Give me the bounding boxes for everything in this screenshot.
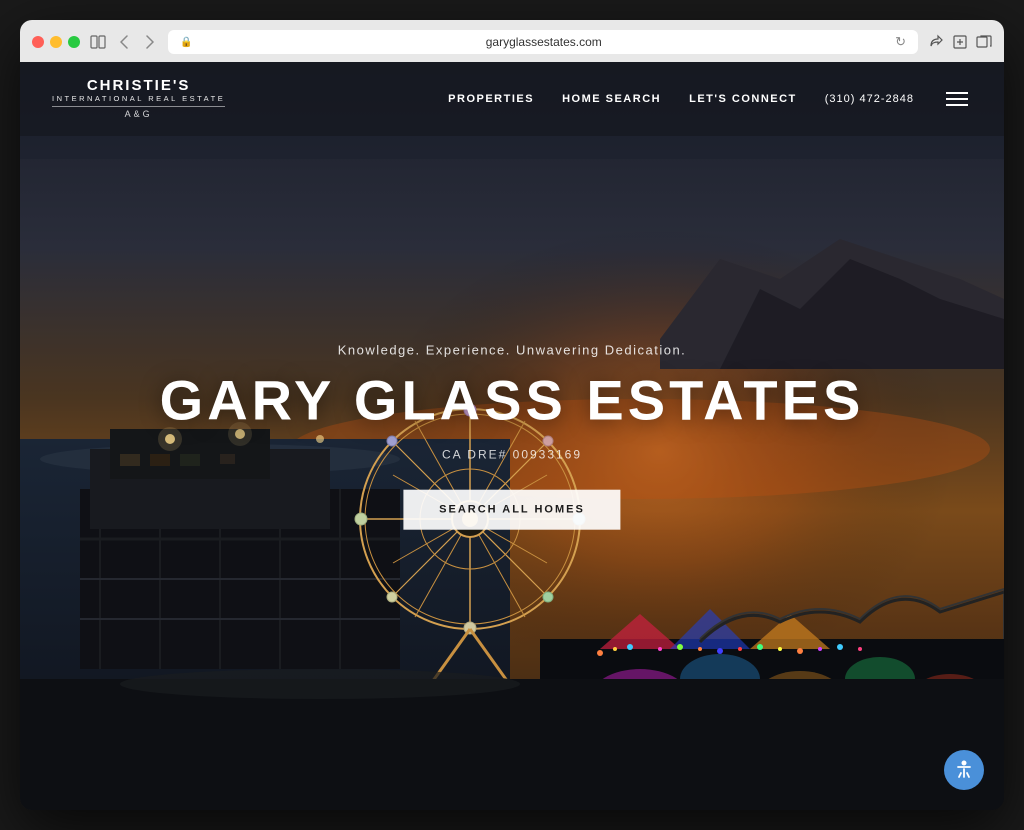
nav-item-properties[interactable]: PROPERTIES: [448, 93, 534, 105]
nav-item-lets-connect[interactable]: LET'S CONNECT: [689, 93, 797, 105]
navbar: CHRISTIE'S INTERNATIONAL REAL ESTATE A&G…: [20, 62, 1004, 136]
traffic-light-green[interactable]: [68, 36, 80, 48]
new-tab-button[interactable]: [952, 34, 968, 50]
share-button[interactable]: [928, 34, 944, 50]
nav-phone: (310) 472-2848: [825, 93, 914, 105]
logo: CHRISTIE'S INTERNATIONAL REAL ESTATE A&G: [52, 78, 225, 120]
traffic-light-red[interactable]: [32, 36, 44, 48]
website: CHRISTIE'S INTERNATIONAL REAL ESTATE A&G…: [20, 62, 1004, 810]
browser-actions: [928, 34, 992, 50]
logo-divider: [52, 106, 225, 107]
accessibility-button[interactable]: [944, 750, 984, 790]
hamburger-menu-button[interactable]: [942, 88, 972, 110]
hamburger-line-3: [946, 104, 968, 106]
nav-links: PROPERTIES HOME SEARCH LET'S CONNECT (31…: [448, 88, 972, 110]
logo-intl-text: INTERNATIONAL REAL ESTATE: [52, 95, 225, 103]
back-button[interactable]: [116, 33, 132, 51]
reload-icon: ↻: [895, 34, 906, 50]
browser-window: 🔒 garyglassestates.com ↻: [20, 20, 1004, 810]
nav-item-home-search[interactable]: HOME SEARCH: [562, 93, 661, 105]
lock-icon: 🔒: [180, 37, 192, 48]
traffic-lights: [32, 36, 80, 48]
browser-chrome: 🔒 garyglassestates.com ↻: [20, 20, 1004, 62]
windows-button[interactable]: [976, 34, 992, 50]
hero-subtitle: Knowledge. Experience. Unwavering Dedica…: [118, 343, 905, 358]
hero-title: GARY GLASS ESTATES: [118, 370, 905, 432]
url-text: garyglassestates.com: [198, 35, 889, 49]
hero-dre: CA DRE# 00933169: [118, 447, 905, 461]
hamburger-line-1: [946, 92, 968, 94]
forward-button[interactable]: [142, 33, 158, 51]
logo-akg-text: A&G: [125, 110, 153, 120]
sidebar-button[interactable]: [90, 34, 106, 50]
hero-content: Knowledge. Experience. Unwavering Dedica…: [118, 343, 905, 530]
address-bar[interactable]: 🔒 garyglassestates.com ↻: [168, 30, 918, 54]
traffic-light-yellow[interactable]: [50, 36, 62, 48]
logo-christies-text: CHRISTIE'S: [87, 78, 191, 95]
search-all-homes-button[interactable]: SEARCH ALL HOMES: [403, 489, 621, 529]
hamburger-line-2: [946, 98, 968, 100]
